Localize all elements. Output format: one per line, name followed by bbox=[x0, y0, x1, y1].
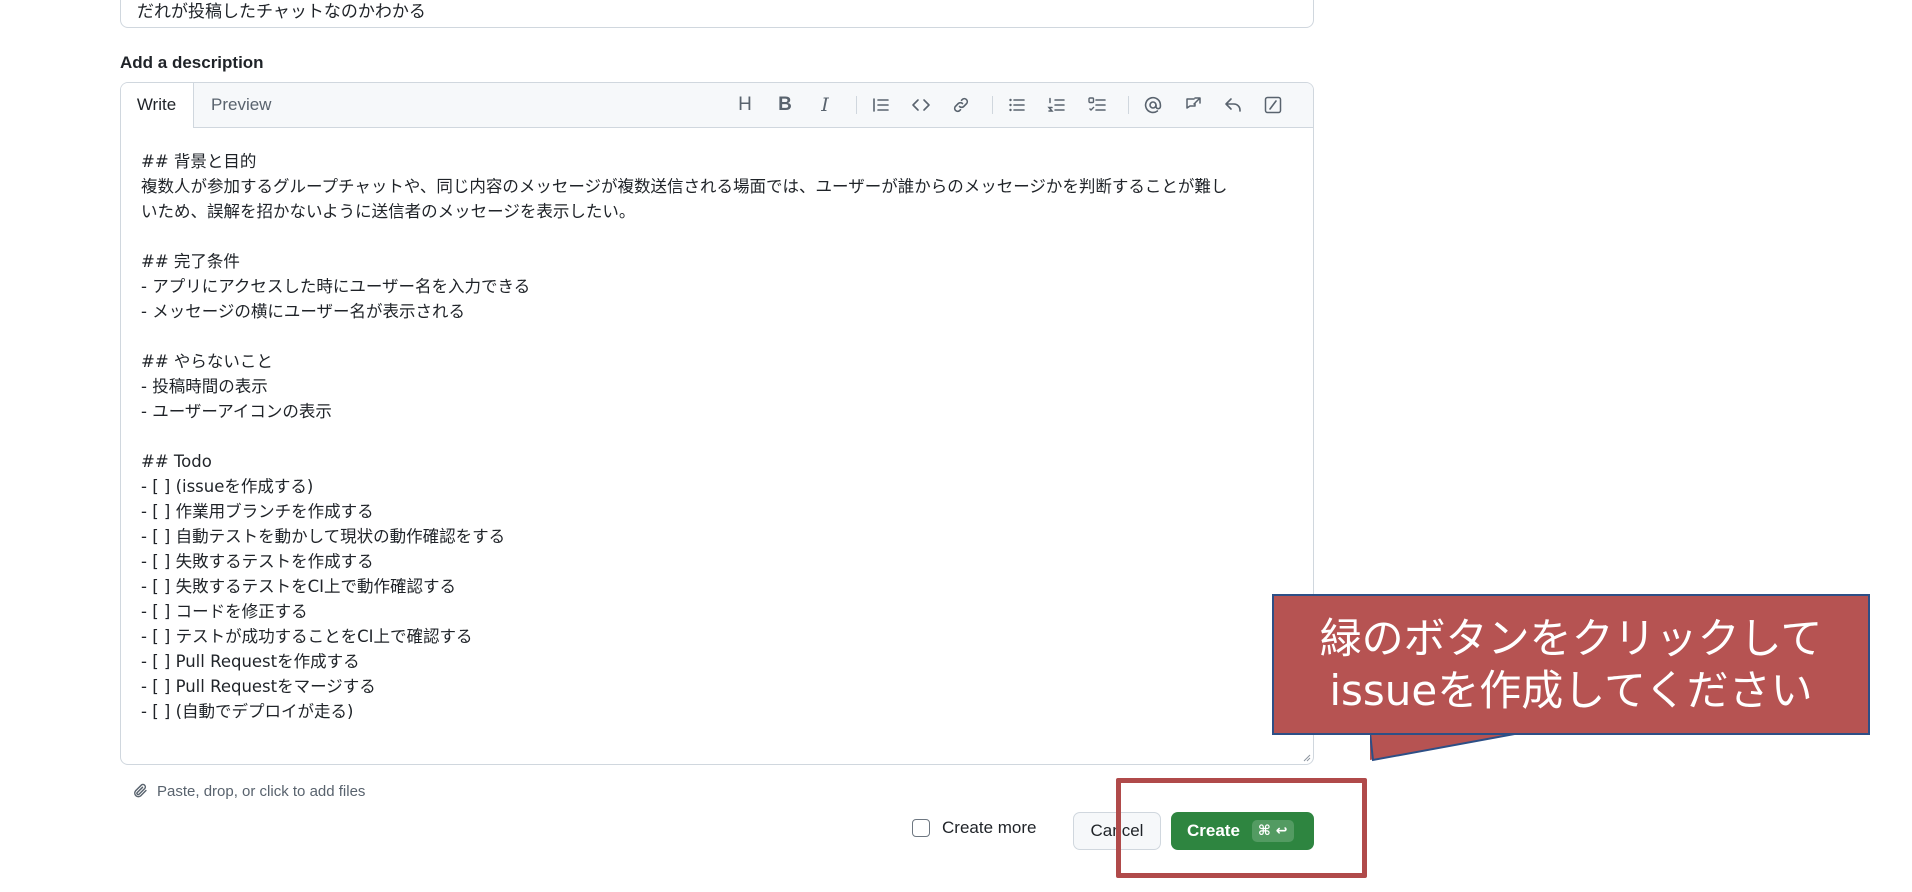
ordered-list-icon[interactable] bbox=[1044, 93, 1070, 117]
callout-line-2: issueを作成してください bbox=[1329, 665, 1813, 715]
editor-header: Write Preview H B I bbox=[121, 83, 1313, 128]
callout-line-1: 緑のボタンをクリックして bbox=[1319, 613, 1823, 663]
cross-reference-icon[interactable] bbox=[1180, 93, 1206, 117]
link-icon[interactable] bbox=[948, 93, 974, 117]
italic-icon[interactable]: I bbox=[812, 93, 838, 117]
description-textarea[interactable]: ## 背景と目的 複数人が参加するグループチャットや、同じ内容のメッセージが複数… bbox=[141, 149, 1293, 724]
tab-write[interactable]: Write bbox=[121, 83, 194, 128]
issue-title-input[interactable]: だれが投稿したチャットなのかわかる bbox=[120, 0, 1314, 28]
reply-icon[interactable] bbox=[1220, 93, 1246, 117]
paperclip-icon bbox=[134, 783, 147, 798]
description-label: Add a description bbox=[120, 53, 264, 72]
cancel-button[interactable]: Cancel bbox=[1073, 812, 1161, 850]
attach-files-link[interactable]: Paste, drop, or click to add files bbox=[132, 782, 365, 800]
quote-icon[interactable] bbox=[868, 93, 894, 117]
resize-handle-icon[interactable] bbox=[1301, 752, 1311, 762]
callout-tail bbox=[1370, 733, 1521, 762]
bold-icon[interactable]: B bbox=[772, 93, 798, 117]
code-icon[interactable] bbox=[908, 93, 934, 117]
issue-title-value: だれが投稿したチャットなのかわかる bbox=[137, 2, 426, 21]
create-more-option: Create more bbox=[912, 818, 1036, 838]
task-list-icon[interactable] bbox=[1084, 93, 1110, 117]
slash-command-icon[interactable] bbox=[1260, 93, 1286, 117]
keyboard-shortcut-hint: ⌘ ↩ bbox=[1251, 820, 1294, 842]
create-more-label: Create more bbox=[942, 818, 1037, 837]
create-button-label: Create bbox=[1187, 821, 1240, 840]
attach-files-label: Paste, drop, or click to add files bbox=[157, 782, 366, 800]
heading-icon[interactable]: H bbox=[732, 93, 758, 117]
create-button[interactable]: Create ⌘ ↩ bbox=[1171, 812, 1314, 850]
instruction-callout: 緑のボタンをクリックして issueを作成してください bbox=[1272, 594, 1870, 735]
create-more-checkbox[interactable] bbox=[912, 819, 930, 837]
tab-preview[interactable]: Preview bbox=[211, 83, 271, 128]
mention-icon[interactable] bbox=[1140, 93, 1166, 117]
unordered-list-icon[interactable] bbox=[1004, 93, 1030, 117]
description-editor: Write Preview H B I ## 背景と目的 複数人が参加するグルー… bbox=[120, 82, 1314, 765]
